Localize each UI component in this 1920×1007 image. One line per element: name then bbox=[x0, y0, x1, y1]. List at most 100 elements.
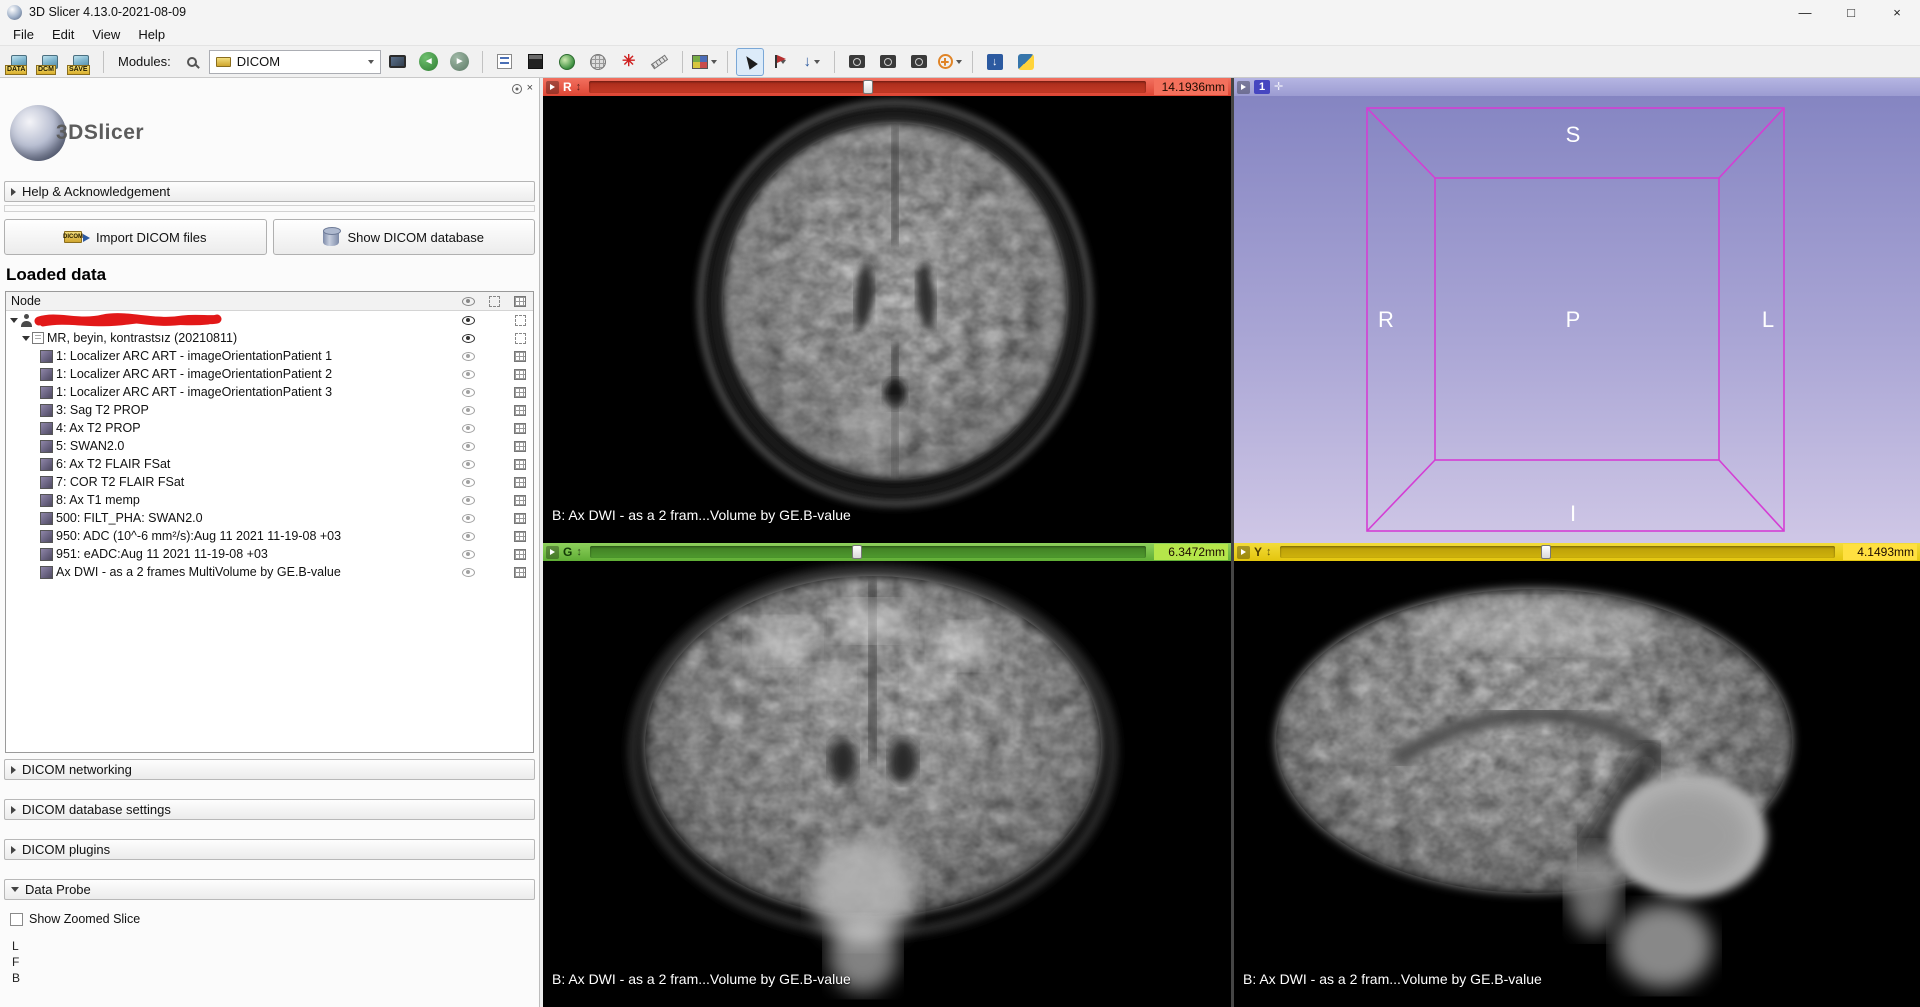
table-icon[interactable] bbox=[514, 440, 526, 452]
tree-row[interactable]: 1: Localizer ARC ART - imageOrientationP… bbox=[6, 383, 533, 401]
history-forward-button[interactable]: ► bbox=[446, 48, 474, 76]
visibility-eye-icon[interactable] bbox=[461, 423, 475, 433]
measurements-button[interactable] bbox=[646, 48, 674, 76]
transform-icon[interactable] bbox=[514, 332, 526, 344]
module-selector[interactable]: DICOM bbox=[208, 49, 381, 74]
module-search-button[interactable] bbox=[178, 48, 206, 76]
tree-row[interactable]: 6: Ax T2 FLAIR FSat bbox=[6, 455, 533, 473]
extensions-manager-button[interactable]: ↓ bbox=[981, 48, 1009, 76]
load-dicom-button[interactable]: DCM bbox=[36, 48, 64, 76]
close-button[interactable]: × bbox=[1874, 0, 1920, 24]
show-dicom-database-button[interactable]: Show DICOM database bbox=[272, 219, 535, 255]
yellow-slice-slider[interactable] bbox=[1279, 545, 1835, 559]
tree-row[interactable]: 1: Localizer ARC ART - imageOrientationP… bbox=[6, 365, 533, 383]
scene-view-button[interactable] bbox=[874, 48, 902, 76]
table-icon[interactable] bbox=[514, 350, 526, 362]
expander-icon[interactable] bbox=[20, 336, 32, 341]
visibility-eye-icon[interactable] bbox=[461, 477, 475, 487]
screenshot-button[interactable] bbox=[843, 48, 871, 76]
history-back-button[interactable]: ◄ bbox=[415, 48, 443, 76]
visibility-eye-icon[interactable] bbox=[461, 495, 475, 505]
tree-row[interactable]: 7: COR T2 FLAIR FSat bbox=[6, 473, 533, 491]
module-panel-button[interactable] bbox=[384, 48, 412, 76]
transform-icon[interactable] bbox=[514, 314, 526, 326]
tree-row[interactable]: 4: Ax T2 PROP bbox=[6, 419, 533, 437]
table-icon[interactable] bbox=[514, 368, 526, 380]
green-slice-slider[interactable] bbox=[589, 545, 1146, 559]
table-icon[interactable] bbox=[514, 512, 526, 524]
data-list-button[interactable] bbox=[491, 48, 519, 76]
dicom-plugins-section[interactable]: DICOM plugins bbox=[4, 839, 535, 860]
view-options-icon[interactable]: ✛ bbox=[1274, 81, 1283, 93]
tree-row[interactable]: Ax DWI - as a 2 frames MultiVolume by GE… bbox=[6, 563, 533, 581]
render-button[interactable] bbox=[553, 48, 581, 76]
visibility-eye-icon[interactable] bbox=[461, 549, 475, 559]
minimize-button[interactable]: — bbox=[1782, 0, 1828, 24]
handle-green[interactable] bbox=[851, 545, 862, 559]
threed-view[interactable]: S R P L I bbox=[1234, 96, 1920, 543]
red-slice-view[interactable]: B: Ax DWI - as a 2 fram...Volume by GE.B… bbox=[543, 96, 1231, 543]
table-icon[interactable] bbox=[514, 548, 526, 560]
tree-header[interactable]: Node bbox=[6, 292, 533, 311]
handle-yellow[interactable] bbox=[1541, 545, 1552, 559]
mesh-button[interactable] bbox=[584, 48, 612, 76]
visibility-eye-icon[interactable] bbox=[461, 387, 475, 397]
dicom-networking-section[interactable]: DICOM networking bbox=[4, 759, 535, 780]
panel-undock-button[interactable] bbox=[511, 83, 522, 94]
help-acknowledgement-section[interactable]: Help & Acknowledgement bbox=[4, 181, 535, 202]
restore-view-button[interactable] bbox=[905, 48, 933, 76]
crosshair-button[interactable] bbox=[936, 48, 964, 76]
expander-icon[interactable] bbox=[8, 318, 20, 323]
red-slice-slider[interactable] bbox=[589, 80, 1146, 94]
pin-icon[interactable] bbox=[546, 80, 559, 94]
dicom-database-settings-section[interactable]: DICOM database settings bbox=[4, 799, 535, 820]
tree-row[interactable]: 951: eADC:Aug 11 2021 11-19-08 +03 bbox=[6, 545, 533, 563]
menu-help[interactable]: Help bbox=[129, 25, 174, 44]
tree-row-patient[interactable] bbox=[6, 311, 533, 329]
save-button[interactable]: SAVE bbox=[67, 48, 95, 76]
visibility-eye-icon[interactable] bbox=[461, 513, 475, 523]
tree-row[interactable]: 1: Localizer ARC ART - imageOrientationP… bbox=[6, 347, 533, 365]
place-markup-button[interactable] bbox=[767, 48, 795, 76]
slice-spin-icon[interactable]: ↕ bbox=[1266, 546, 1272, 558]
data-probe-section[interactable]: Data Probe bbox=[4, 879, 535, 900]
eye-icon[interactable] bbox=[461, 315, 475, 325]
table-icon[interactable] bbox=[514, 530, 526, 542]
yellow-slice-view[interactable]: B: Ax DWI - as a 2 fram...Volume by GE.B… bbox=[1234, 561, 1920, 1007]
menu-edit[interactable]: Edit bbox=[43, 25, 83, 44]
python-console-button[interactable] bbox=[1012, 48, 1040, 76]
registration-button[interactable]: ✳ bbox=[615, 48, 643, 76]
table-icon[interactable] bbox=[514, 422, 526, 434]
import-dicom-button[interactable]: DICOM Import DICOM files bbox=[4, 219, 267, 255]
table-icon[interactable] bbox=[514, 386, 526, 398]
visibility-eye-icon[interactable] bbox=[461, 567, 475, 577]
slice-spin-icon[interactable]: ↕ bbox=[576, 81, 582, 93]
tree-row[interactable]: 950: ADC (10^-6 mm²/s):Aug 11 2021 11-19… bbox=[6, 527, 533, 545]
menu-file[interactable]: File bbox=[4, 25, 43, 44]
menu-view[interactable]: View bbox=[83, 25, 129, 44]
slice-spin-icon[interactable]: ↕ bbox=[576, 546, 582, 558]
visibility-eye-icon[interactable] bbox=[461, 459, 475, 469]
visibility-eye-icon[interactable] bbox=[461, 351, 475, 361]
volume-rendering-button[interactable] bbox=[522, 48, 550, 76]
handle-red[interactable] bbox=[862, 80, 873, 94]
load-data-button[interactable]: DATA bbox=[5, 48, 33, 76]
green-slice-view[interactable]: B: Ax DWI - as a 2 fram...Volume by GE.B… bbox=[543, 561, 1231, 1007]
table-icon[interactable] bbox=[514, 458, 526, 470]
table-icon[interactable] bbox=[514, 566, 526, 578]
maximize-button[interactable]: □ bbox=[1828, 0, 1874, 24]
show-zoomed-slice-checkbox[interactable] bbox=[10, 912, 23, 926]
table-icon[interactable] bbox=[514, 476, 526, 488]
tree-row[interactable]: 500: FILT_PHA: SWAN2.0 bbox=[6, 509, 533, 527]
visibility-eye-icon[interactable] bbox=[461, 441, 475, 451]
visibility-eye-icon[interactable] bbox=[461, 405, 475, 415]
panel-close-button[interactable]: × bbox=[527, 83, 533, 94]
tree-row[interactable]: 3: Sag T2 PROP bbox=[6, 401, 533, 419]
eye-icon[interactable] bbox=[461, 333, 475, 343]
pin-icon[interactable] bbox=[546, 545, 559, 559]
table-icon[interactable] bbox=[514, 404, 526, 416]
mouse-mode-button[interactable] bbox=[735, 47, 764, 76]
layout-selector-button[interactable] bbox=[691, 48, 719, 76]
table-icon[interactable] bbox=[514, 494, 526, 506]
arrow-tool-button[interactable]: ↓ bbox=[798, 48, 826, 76]
